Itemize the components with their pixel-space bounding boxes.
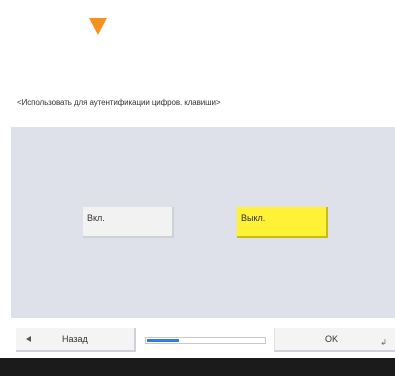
progress-fill	[147, 339, 179, 342]
option-on-label: Вкл.	[87, 213, 105, 223]
status-strip	[0, 358, 395, 376]
ok-label: OK	[325, 334, 339, 344]
option-on-button[interactable]: Вкл.	[83, 207, 174, 238]
back-label: Назад	[62, 334, 88, 344]
left-arrow-icon	[26, 336, 31, 342]
options-panel: Вкл. Выкл.	[11, 127, 395, 318]
footer-bar: Назад OK ↲	[0, 324, 395, 352]
progress-bar	[145, 337, 266, 344]
back-button[interactable]: Назад	[16, 328, 136, 352]
ok-button[interactable]: OK ↲	[274, 328, 395, 352]
setting-heading: <Использовать для аутентификации цифров.…	[17, 98, 221, 107]
enter-icon: ↲	[380, 338, 387, 347]
option-off-button[interactable]: Выкл.	[237, 207, 328, 238]
scroll-down-triangle-icon	[89, 18, 107, 35]
option-off-label: Выкл.	[241, 213, 266, 223]
